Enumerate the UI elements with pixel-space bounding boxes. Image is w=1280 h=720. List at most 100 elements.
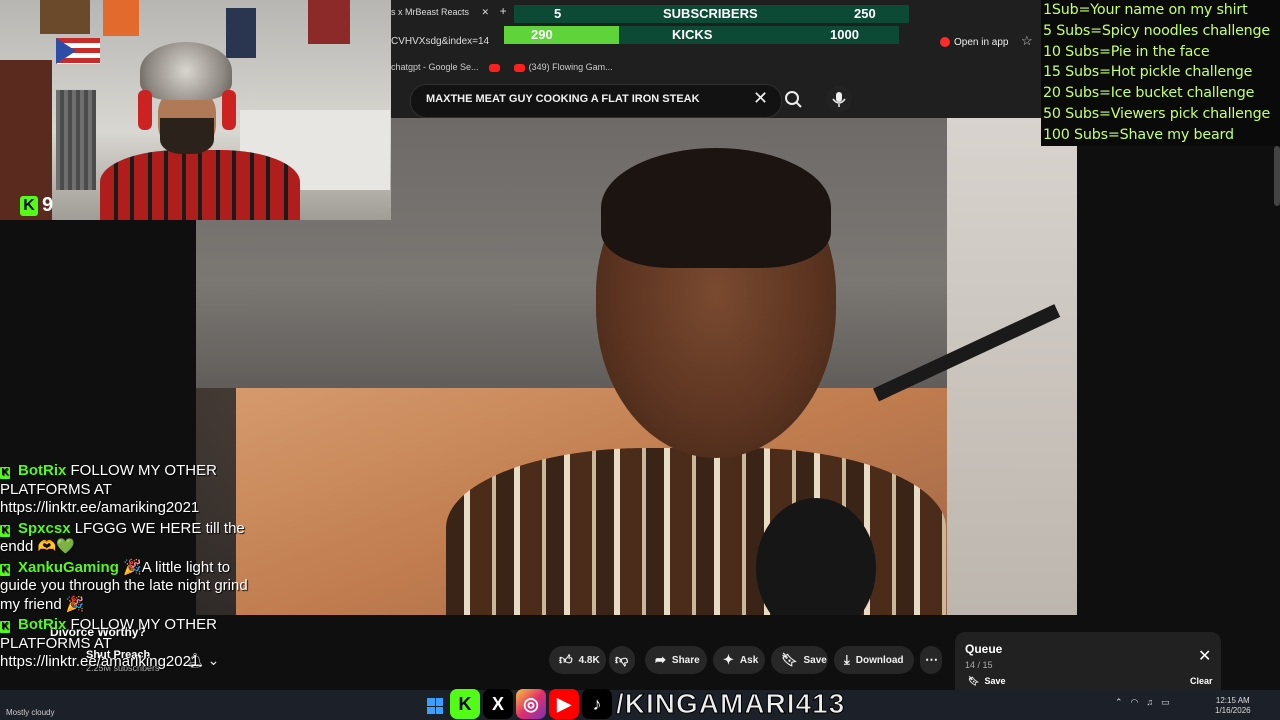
- chat-username: Spxcsx: [18, 519, 71, 537]
- kick-badge-icon: K: [0, 524, 10, 537]
- sub-challenges-list: 1Sub=Your name on my shirt 5 Subs=Spicy …: [1041, 0, 1280, 146]
- headphone: [222, 90, 236, 130]
- search-button[interactable]: [780, 86, 808, 114]
- challenge-item: 1Sub=Your name on my shirt: [1043, 2, 1248, 18]
- goal-kicks-current: 290: [531, 27, 553, 42]
- x-icon: X: [483, 689, 513, 719]
- social-icons: K X ◎ ▶ ♪: [450, 688, 612, 720]
- goal-subscribers-label: SUBSCRIBERS: [663, 6, 758, 21]
- kick-badge-icon: K: [0, 467, 10, 479]
- challenge-item: 100 Subs=Shave my beard: [1043, 126, 1234, 143]
- download-icon: ⤓: [844, 652, 850, 667]
- battery-icon[interactable]: ▭: [1161, 697, 1170, 708]
- thumbs-down-icon: 👎︎: [615, 652, 629, 667]
- chat-message: K BotRix FOLLOW MY OTHER PLATFORMS AT htt…: [0, 462, 250, 518]
- scrollbar[interactable]: [1274, 146, 1280, 206]
- goal-kicks-target: 1000: [830, 27, 859, 42]
- viewer-count: 9: [42, 194, 54, 216]
- youtube-icon: [513, 63, 525, 72]
- instagram-icon: ◎: [516, 689, 546, 719]
- webcam-feed: [0, 0, 391, 220]
- tab-close-icon[interactable]: ✕: [482, 7, 490, 17]
- bookmark-item[interactable]: chatgpt - Google Se...: [391, 62, 479, 72]
- microphone-icon: [832, 92, 846, 107]
- wall-poster: [226, 8, 256, 58]
- challenge-item: 5 Subs=Spicy noodles challenge: [1043, 22, 1271, 39]
- sparkle-icon: ✦: [723, 652, 734, 667]
- challenge-item: 10 Subs=Pie in the face: [1043, 43, 1210, 60]
- goal-subscribers-target: 250: [854, 6, 876, 21]
- streamer-shirt: [100, 150, 300, 220]
- chat-message: K BotRix FOLLOW MY OTHER PLATFORMS AT htt…: [0, 616, 250, 672]
- save-button[interactable]: 🔖︎ Save: [771, 646, 828, 674]
- radiator: [56, 90, 96, 190]
- queue-clear-button[interactable]: Clear: [1190, 676, 1213, 686]
- kick-icon: K: [450, 689, 480, 719]
- download-button[interactable]: ⤓ Download: [834, 646, 914, 674]
- flag: [56, 38, 100, 64]
- system-tray: ⌃ ◠ ♫ ▭: [1115, 697, 1170, 708]
- goal-kicks-label: KICKS: [672, 27, 713, 42]
- weather-text: Mostly cloudy: [6, 708, 55, 717]
- dislike-button[interactable]: 👎︎: [609, 646, 635, 674]
- wall-poster: [40, 0, 90, 34]
- challenge-item: 20 Subs=Ice bucket challenge: [1043, 85, 1255, 102]
- video-wall-panel: [947, 118, 1077, 615]
- bookmark-icon: 🔖︎: [968, 676, 980, 686]
- clock-date: 1/16/2026: [1215, 706, 1251, 715]
- wall-poster: [308, 0, 350, 44]
- queue-title: Queue: [965, 642, 1003, 656]
- chat-overlay: K BotRix FOLLOW MY OTHER PLATFORMS AT htt…: [0, 440, 250, 690]
- chat-username: XankuGaming: [18, 558, 119, 576]
- wall-poster: [103, 0, 139, 36]
- bookmark-item[interactable]: [488, 62, 504, 72]
- share-button[interactable]: ➦ Share: [645, 646, 707, 674]
- challenge-item: 50 Subs=Viewers pick challenge: [1043, 105, 1271, 122]
- goal-bar-kicks-fill: [504, 26, 619, 44]
- chat-message: K XankuGaming 🎉A little light to guide yo…: [0, 559, 250, 615]
- chat-username: BotRix: [18, 616, 67, 633]
- challenge-item: 15 Subs=Hot pickle challenge: [1043, 64, 1253, 81]
- open-in-app-label: Open in app: [954, 36, 1009, 48]
- like-button[interactable]: 👍︎ 4.8K: [549, 646, 606, 674]
- queue-save-button[interactable]: 🔖︎ Save: [968, 676, 1005, 687]
- queue-count: 14 / 15: [965, 660, 993, 670]
- social-handle: /KINGAMARI413: [615, 688, 846, 720]
- chat-message: K Spxcsx LFGGG WE HERE till the endd 🫶💚: [0, 520, 250, 557]
- like-count: 4.8K: [578, 654, 600, 666]
- more-actions-button[interactable]: ⋯: [920, 646, 942, 674]
- kick-logo-icon: K: [20, 195, 38, 216]
- wifi-icon[interactable]: ◠: [1131, 697, 1139, 708]
- queue-close-icon[interactable]: ✕: [1198, 646, 1211, 666]
- open-in-app-button[interactable]: Open in app: [940, 34, 1009, 50]
- bookmark-item[interactable]: (349) Flowing Gam...: [513, 62, 613, 72]
- goal-subscribers-current: 5: [554, 6, 562, 21]
- windows-start-icon[interactable]: [427, 698, 443, 714]
- search-query: MAXTHE MEAT GUY COOKING A FLAT IRON STEA…: [426, 93, 700, 105]
- youtube-icon: [488, 63, 500, 72]
- browser-tab[interactable]: s x MrBeast Reacts ✕ +: [391, 4, 521, 24]
- volume-icon[interactable]: ♫: [1146, 697, 1153, 708]
- clear-search-icon[interactable]: ✕: [753, 88, 768, 109]
- youtube-icon: ▶: [549, 689, 579, 719]
- weather-widget[interactable]: Mostly cloudy: [6, 694, 54, 717]
- sub-goal-overlay: 5 SUBSCRIBERS 250 290 KICKS 1000: [504, 3, 909, 45]
- voice-search-button[interactable]: [826, 86, 852, 112]
- video-person-hair: [601, 148, 831, 268]
- bookmark-icon: 🔖︎: [781, 652, 798, 667]
- kick-viewer-badge: K 9: [20, 194, 53, 217]
- taskbar-clock[interactable]: 12:15 AM 1/16/2026: [1215, 696, 1251, 716]
- tab-title: s x MrBeast Reacts: [391, 7, 470, 17]
- tiktok-icon: ♪: [582, 689, 612, 719]
- streamer-beard: [160, 118, 214, 154]
- chat-username: BotRix: [18, 462, 67, 479]
- address-bar[interactable]: CVHVXsdg&index=14: [391, 36, 489, 47]
- headphone: [138, 90, 152, 130]
- youtube-icon: [940, 37, 950, 47]
- chevron-up-icon[interactable]: ⌃: [1115, 697, 1123, 708]
- kick-badge-icon: K: [0, 621, 10, 633]
- bookmarks-bar: chatgpt - Google Se... (349) Flowing Gam…: [391, 58, 613, 76]
- kick-badge-icon: K: [0, 563, 10, 576]
- bookmark-star-icon[interactable]: ☆: [1021, 33, 1033, 49]
- ask-button[interactable]: ✦ Ask: [713, 646, 765, 674]
